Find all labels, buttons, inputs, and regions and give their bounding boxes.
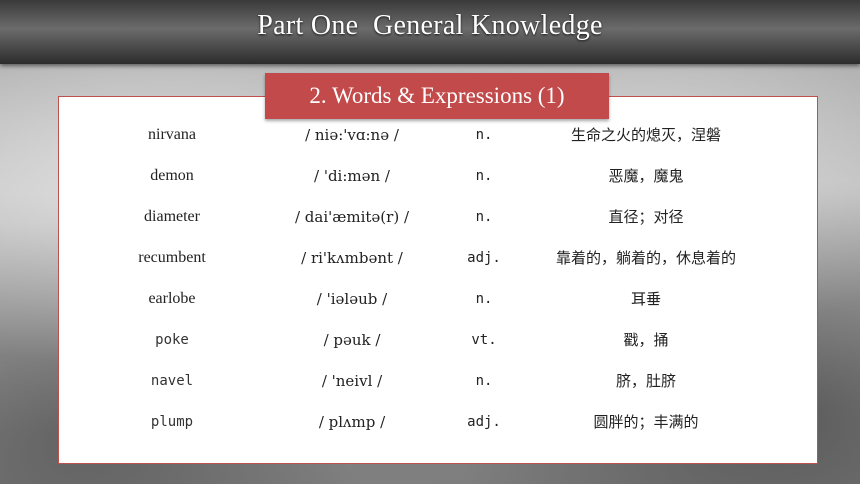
phonetic-cell: / plʌmp / bbox=[318, 413, 386, 431]
phonetic-cell: / ri'kʌmbənt / bbox=[301, 249, 403, 267]
part-of-speech-cell: vt. bbox=[471, 332, 497, 348]
phonetic-cell: / niə:'vɑ:nə / bbox=[305, 126, 399, 144]
word-cell: recumbent bbox=[138, 249, 206, 266]
word-cell: plump bbox=[150, 414, 194, 430]
word-cell: poke bbox=[155, 332, 189, 348]
definition-cell: 直径；对径 bbox=[608, 208, 684, 226]
part-of-speech-cell: n. bbox=[475, 168, 493, 184]
part-of-speech-cell: n. bbox=[475, 373, 493, 389]
vocabulary-panel bbox=[58, 96, 818, 464]
phonetic-cell: / 'neivl / bbox=[321, 372, 383, 390]
vocabulary-row: nirvana / niə:'vɑ:nə / n. 生命之火的熄灭，涅磐 bbox=[58, 123, 818, 147]
part-of-speech-cell: adj. bbox=[467, 250, 501, 266]
phonetic-cell: / 'iələub / bbox=[316, 290, 388, 308]
vocabulary-row: diameter / dai'æmitə(r) / n. 直径；对径 bbox=[58, 205, 818, 229]
vocabulary-row: recumbent / ri'kʌmbənt / adj. 靠着的，躺着的，休息着的 bbox=[58, 246, 818, 270]
definition-cell: 圆胖的；丰满的 bbox=[593, 413, 699, 431]
definition-cell: 恶魔，魔鬼 bbox=[608, 167, 684, 185]
vocabulary-row: plump / plʌmp / adj. 圆胖的；丰满的 bbox=[58, 410, 818, 434]
vocabulary-row: navel / 'neivl / n. 脐，肚脐 bbox=[58, 369, 818, 393]
definition-cell: 耳垂 bbox=[630, 290, 661, 308]
vocabulary-row: poke / pəuk / vt. 戳，捅 bbox=[58, 328, 818, 352]
word-cell: earlobe bbox=[148, 290, 196, 307]
part-of-speech-cell: n. bbox=[475, 291, 493, 307]
definition-cell: 戳，捅 bbox=[623, 331, 669, 349]
part-of-speech-cell: adj. bbox=[467, 414, 501, 430]
part-of-speech-cell: n. bbox=[475, 127, 493, 143]
page-title: Part One General Knowledge bbox=[257, 10, 603, 41]
definition-cell: 生命之火的熄灭，涅磐 bbox=[570, 126, 721, 144]
word-cell: diameter bbox=[144, 208, 200, 225]
part-of-speech-cell: n. bbox=[475, 209, 493, 225]
word-cell: nirvana bbox=[148, 126, 196, 143]
vocabulary-row: demon / 'di:mən / n. 恶魔，魔鬼 bbox=[58, 164, 818, 188]
vocabulary-row: earlobe / 'iələub / n. 耳垂 bbox=[58, 287, 818, 311]
definition-cell: 靠着的，躺着的，休息着的 bbox=[555, 249, 736, 267]
phonetic-cell: / dai'æmitə(r) / bbox=[294, 208, 409, 226]
header-bar: Part One General Knowledge bbox=[0, 0, 860, 64]
word-cell: demon bbox=[150, 167, 194, 184]
definition-cell: 脐，肚脐 bbox=[615, 372, 676, 390]
section-title: 2. Words & Expressions (1) bbox=[265, 73, 609, 119]
phonetic-cell: / 'di:mən / bbox=[314, 167, 390, 185]
word-cell: navel bbox=[150, 373, 194, 389]
phonetic-cell: / pəuk / bbox=[323, 331, 381, 349]
